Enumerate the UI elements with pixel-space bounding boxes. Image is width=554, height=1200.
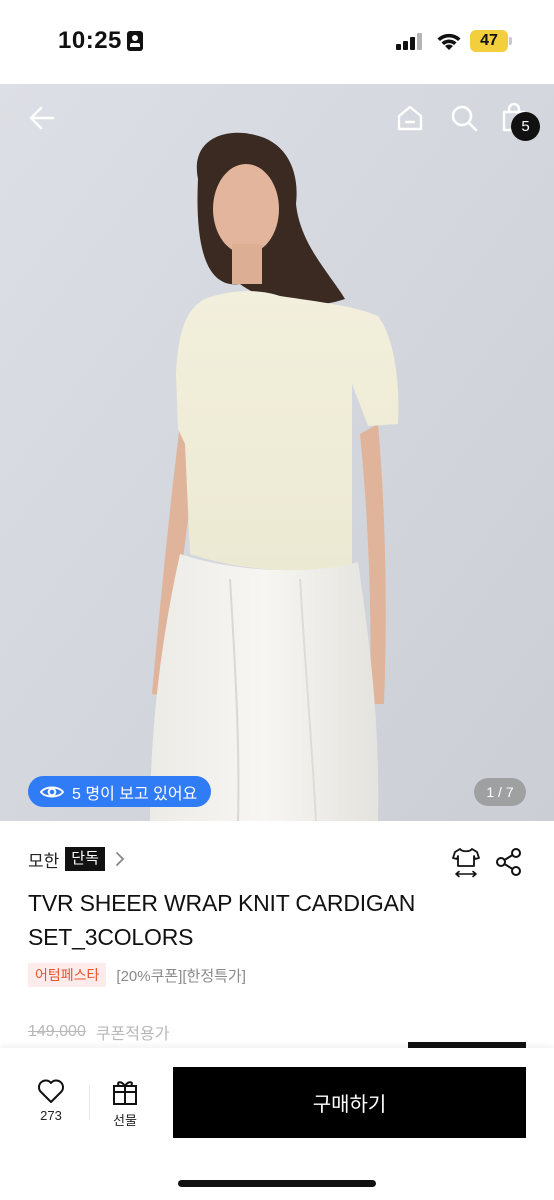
promo-tags: 어텀페스타 [20%쿠폰][한정특가] <box>28 962 246 988</box>
home-button[interactable] <box>390 98 430 138</box>
battery-cap <box>509 37 512 45</box>
status-bar: 10:25 47 <box>0 0 554 84</box>
bottom-divider <box>89 1086 90 1120</box>
event-badge: 어텀페스타 <box>28 963 107 987</box>
home-indicator[interactable] <box>178 1180 376 1187</box>
product-photo <box>0 84 554 821</box>
status-time: 10:25 <box>58 27 122 54</box>
product-title: TVR SHEER WRAP KNIT CARDIGAN SET_3COLORS <box>28 890 416 950</box>
gift-icon <box>113 1081 137 1105</box>
wifi-icon <box>437 33 461 50</box>
coupon-price-label: 쿠폰적용가 <box>95 1026 170 1043</box>
id-card-icon <box>127 31 143 51</box>
price-row: 149,000 쿠폰적용가 <box>28 1020 169 1044</box>
product-image-gallery[interactable] <box>0 84 554 821</box>
original-price: 149,000 <box>28 1023 86 1040</box>
cart-count-badge: 5 <box>511 112 540 141</box>
search-button[interactable] <box>444 98 484 138</box>
heart-icon <box>38 1079 64 1103</box>
size-guide-icon[interactable] <box>450 846 482 878</box>
back-button[interactable] <box>22 98 62 138</box>
brand-link[interactable]: 모한 단독 <box>28 846 125 872</box>
search-icon <box>451 105 478 132</box>
viewers-text: 5 명이 보고 있어요 <box>72 785 198 803</box>
buy-button[interactable]: 구매하기 <box>173 1067 526 1138</box>
signal-icon <box>396 33 424 50</box>
battery-level: 47 <box>480 32 498 49</box>
like-count: 273 <box>40 1108 62 1123</box>
back-arrow-icon <box>29 106 55 130</box>
home-icon <box>397 105 423 131</box>
exclusive-tag: 단독 <box>65 847 105 871</box>
viewers-badge: 5 명이 보고 있어요 <box>28 776 212 807</box>
image-page-indicator: 1 / 7 <box>474 778 526 806</box>
like-button[interactable]: 273 <box>26 1078 76 1132</box>
share-icon[interactable] <box>494 846 524 878</box>
coupon-text: [20%쿠폰][한정특가] <box>116 967 246 985</box>
chevron-right-icon <box>115 852 125 866</box>
brand-name: 모한 <box>28 851 60 871</box>
gift-label: 선물 <box>113 1113 137 1128</box>
gift-button[interactable]: 선물 <box>100 1078 150 1132</box>
eye-icon <box>40 786 64 797</box>
